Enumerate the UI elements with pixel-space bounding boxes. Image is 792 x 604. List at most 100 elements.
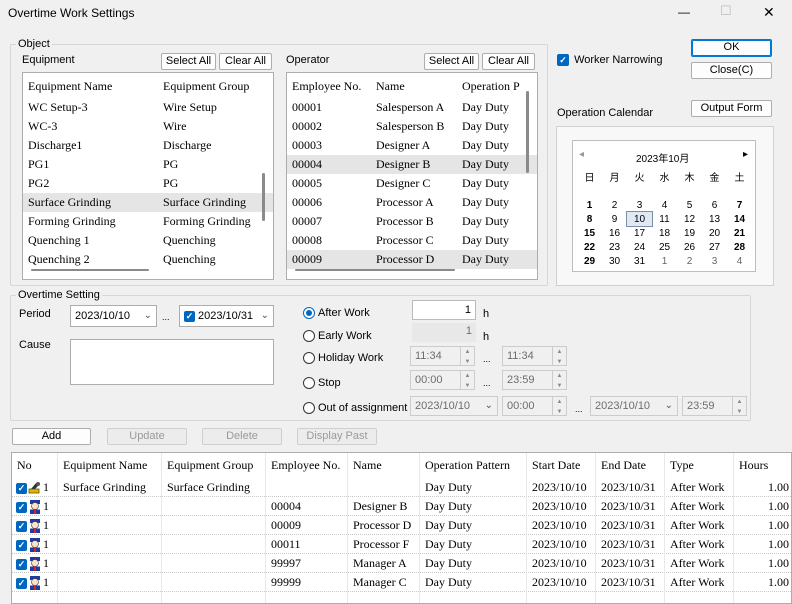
equipment-list-row[interactable]: Quenching 2 Quenching bbox=[23, 250, 273, 269]
vertical-scrollbar[interactable] bbox=[262, 173, 265, 221]
header-end-date[interactable]: End Date bbox=[596, 453, 665, 478]
calendar-day[interactable]: 2 bbox=[602, 198, 627, 212]
operator-list-row[interactable]: 00009 Processor D Day Duty bbox=[287, 250, 537, 269]
stop-radio[interactable] bbox=[303, 377, 315, 389]
equipment-list-row[interactable]: PG2 PG bbox=[23, 174, 273, 193]
calendar-day[interactable]: 2 bbox=[677, 254, 702, 268]
add-button[interactable]: Add bbox=[12, 428, 91, 445]
ok-button[interactable]: OK bbox=[691, 39, 772, 57]
header-equipment-group[interactable]: Equipment Group bbox=[162, 453, 266, 478]
horizontal-scrollbar[interactable] bbox=[31, 269, 149, 271]
operator-list-row[interactable]: 00002 Salesperson B Day Duty bbox=[287, 117, 537, 136]
header-equipment-name[interactable]: Equipment Name bbox=[58, 453, 162, 478]
header-start-date[interactable]: Start Date bbox=[527, 453, 596, 478]
out-of-assignment-time-from[interactable]: 00:00 ▲ ▼ bbox=[502, 396, 567, 416]
out-of-assignment-time-to[interactable]: 23:59 ▲ ▼ bbox=[682, 396, 747, 416]
calendar-day[interactable]: 18 bbox=[652, 226, 677, 240]
calendar-day[interactable]: 11 bbox=[652, 212, 677, 226]
row-checkbox[interactable]: ✓ bbox=[16, 520, 27, 532]
operator-list-row[interactable]: 00001 Salesperson A Day Duty bbox=[287, 98, 537, 117]
output-form-button[interactable]: Output Form bbox=[691, 100, 772, 117]
vertical-scrollbar[interactable] bbox=[526, 91, 529, 173]
calendar-day[interactable]: 8 bbox=[577, 212, 602, 226]
holiday-work-to-field[interactable]: 11:34 ▲ ▼ bbox=[502, 346, 567, 366]
header-type[interactable]: Type bbox=[665, 453, 734, 478]
stop-from-field[interactable]: 00:00 ▲ ▼ bbox=[410, 370, 475, 390]
calendar-day[interactable]: 29 bbox=[577, 254, 602, 268]
period-from-field[interactable]: 2023/10/10 ⌄ bbox=[70, 305, 157, 327]
out-of-assignment-date-to[interactable]: 2023/10/10 ⌄ bbox=[590, 396, 678, 416]
operator-list[interactable]: Employee No. Name Operation P 00001 Sales… bbox=[286, 72, 538, 280]
calendar-day[interactable]: 4 bbox=[727, 254, 752, 268]
operator-list-row[interactable]: 00003 Designer A Day Duty bbox=[287, 136, 537, 155]
header-operation-pattern[interactable]: Operation Pattern bbox=[420, 453, 527, 478]
calendar-day[interactable]: 7 bbox=[727, 198, 752, 212]
table-row[interactable]: ✓ 1 99997 Manager A Day Duty 2023/10/10 2023/1… bbox=[12, 554, 791, 573]
row-checkbox[interactable]: ✓ bbox=[16, 558, 27, 570]
horizontal-scrollbar[interactable] bbox=[295, 269, 455, 271]
header-name[interactable]: Name bbox=[348, 453, 420, 478]
calendar-day[interactable]: 31 bbox=[627, 254, 652, 268]
period-to-field[interactable]: ✓ 2023/10/31 ⌄ bbox=[179, 305, 274, 327]
equipment-list-row[interactable]: Quenching 1 Quenching bbox=[23, 231, 273, 250]
calendar-day[interactable]: 5 bbox=[677, 198, 702, 212]
after-work-hours-field[interactable]: 1 bbox=[412, 300, 476, 320]
out-of-assignment-date-from[interactable]: 2023/10/10 ⌄ bbox=[410, 396, 498, 416]
out-of-assignment-radio[interactable] bbox=[303, 402, 315, 414]
early-work-hours-field[interactable]: 1 bbox=[412, 323, 476, 342]
equipment-list-row[interactable]: WC Setup-3 Wire Setup bbox=[23, 98, 273, 117]
calendar-day[interactable]: 20 bbox=[702, 226, 727, 240]
table-row[interactable]: ✓ 1 99999 Manager C Day Duty 2023/10/10 2023/1… bbox=[12, 573, 791, 592]
row-checkbox[interactable]: ✓ bbox=[16, 539, 27, 551]
holiday-work-radio[interactable] bbox=[303, 352, 315, 364]
calendar-grid[interactable]: 日月火水木金土 1 2 3 4 5 6 7 8 9 10 11 12 13 14 15 16 17 18 19 20 21… bbox=[577, 169, 752, 268]
calendar-day[interactable]: 16 bbox=[602, 226, 627, 240]
calendar-day[interactable]: 17 bbox=[627, 226, 652, 240]
operator-list-row[interactable]: 00007 Processor B Day Duty bbox=[287, 212, 537, 231]
calendar-day[interactable]: 3 bbox=[627, 198, 652, 212]
calendar-day[interactable]: 14 bbox=[727, 212, 752, 226]
operator-list-row[interactable]: 00006 Processor A Day Duty bbox=[287, 193, 537, 212]
delete-button[interactable]: Delete bbox=[202, 428, 282, 445]
after-work-radio[interactable] bbox=[303, 307, 315, 319]
calendar-day[interactable]: 21 bbox=[727, 226, 752, 240]
row-checkbox[interactable]: ✓ bbox=[16, 577, 27, 589]
calendar-day[interactable]: 1 bbox=[577, 198, 602, 212]
calendar-day[interactable]: 25 bbox=[652, 240, 677, 254]
early-work-radio[interactable] bbox=[303, 330, 315, 342]
calendar-day[interactable]: 30 bbox=[602, 254, 627, 268]
operation-calendar[interactable]: ◂ 2023年10月 ▸ 日月火水木金土 1 2 3 4 5 6 7 8 9 10 11 12 13 14 1… bbox=[572, 140, 756, 272]
header-employee-no[interactable]: Employee No. bbox=[266, 453, 348, 478]
equipment-list[interactable]: Equipment Name Equipment Group WC Setup-… bbox=[22, 72, 274, 280]
operator-select-all-button[interactable]: Select All bbox=[424, 53, 479, 70]
calendar-day[interactable]: 9 bbox=[602, 212, 627, 226]
calendar-day[interactable]: 4 bbox=[652, 198, 677, 212]
calendar-day[interactable]: 26 bbox=[677, 240, 702, 254]
calendar-day[interactable]: 12 bbox=[677, 212, 702, 226]
table-row[interactable]: ✓ 1 00004 Designer B Day Duty 2023/10/10 2023/… bbox=[12, 497, 791, 516]
minimize-icon[interactable]: — bbox=[678, 5, 690, 19]
table-row[interactable]: ✓ 1 00011 Processor F Day Duty 2023/10/10 2023… bbox=[12, 535, 791, 554]
header-hours[interactable]: Hours bbox=[734, 453, 791, 478]
calendar-day[interactable]: 27 bbox=[702, 240, 727, 254]
equipment-list-row[interactable]: PG1 PG bbox=[23, 155, 273, 174]
calendar-day[interactable]: 19 bbox=[677, 226, 702, 240]
operator-list-row[interactable]: 00008 Processor C Day Duty bbox=[287, 231, 537, 250]
table-row[interactable]: ✓ 1 00009 Processor D Day Duty 2023/10/10 2023… bbox=[12, 516, 791, 535]
calendar-day[interactable]: 22 bbox=[577, 240, 602, 254]
equipment-list-row[interactable]: Forming Grinding Forming Grinding bbox=[23, 212, 273, 231]
close-button[interactable]: Close(C) bbox=[691, 62, 772, 79]
row-checkbox[interactable]: ✓ bbox=[16, 501, 27, 513]
calendar-next-icon[interactable]: ▸ bbox=[743, 149, 748, 160]
equipment-list-row[interactable]: Surface Grinding Surface Grinding bbox=[23, 193, 273, 212]
calendar-day[interactable]: 24 bbox=[627, 240, 652, 254]
calendar-day[interactable]: 3 bbox=[702, 254, 727, 268]
table-row[interactable]: ✓ 1 Surface Grinding Surface Grinding Day Du… bbox=[12, 478, 791, 497]
calendar-month-title[interactable]: 2023年10月 bbox=[636, 150, 689, 165]
calendar-day[interactable]: 23 bbox=[602, 240, 627, 254]
equipment-clear-all-button[interactable]: Clear All bbox=[219, 53, 272, 70]
operator-list-row[interactable]: 00005 Designer C Day Duty bbox=[287, 174, 537, 193]
operator-list-row[interactable]: 00004 Designer B Day Duty bbox=[287, 155, 537, 174]
calendar-day[interactable]: 10 bbox=[626, 211, 653, 227]
update-button[interactable]: Update bbox=[107, 428, 187, 445]
